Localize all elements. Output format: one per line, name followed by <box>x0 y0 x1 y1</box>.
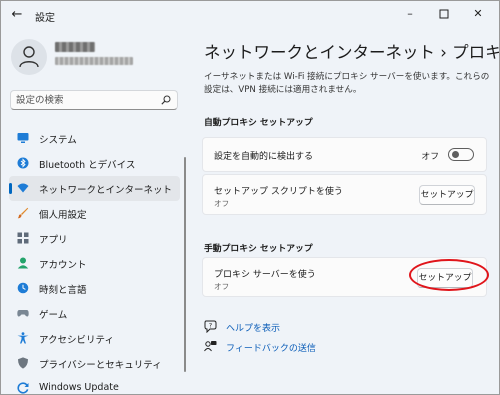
setup-script-state: オフ <box>214 199 230 208</box>
person-icon <box>17 257 29 269</box>
app-title: 設定 <box>35 13 55 24</box>
brush-icon <box>17 207 29 219</box>
sidebar-item-label: ネットワークとインターネット <box>39 185 173 196</box>
apps-icon <box>17 232 29 244</box>
auto-detect-toggle-state: オフ <box>421 152 439 162</box>
card-setup-script: セットアップ スクリプトを使う オフ セットアップ <box>202 174 487 215</box>
toggle-knob <box>452 151 459 158</box>
sidebar-item-label: 時刻と言語 <box>39 285 87 296</box>
nav-list: システム Bluetooth とデバイス ネットワークとインターネット 個人用設… <box>1 126 189 394</box>
sidebar-item-label: システム <box>39 135 77 146</box>
monitor-icon <box>17 133 29 143</box>
sidebar-item-label: 個人用設定 <box>39 210 87 221</box>
sidebar-item-apps[interactable]: アプリ <box>9 226 180 251</box>
sidebar-item-accessibility[interactable]: アクセシビリティ <box>9 326 180 351</box>
page-title: ネットワークとインターネット › プロキシ <box>204 43 500 62</box>
sidebar-item-label: ゲーム <box>39 310 68 321</box>
title-bar: ← 設定 – ✕ <box>1 1 499 31</box>
section-title-manual: 手動プロキシ セットアップ <box>204 244 313 254</box>
sidebar-item-bluetooth[interactable]: Bluetooth とデバイス <box>9 151 180 176</box>
user-name-redacted <box>55 42 95 52</box>
highlight-oval <box>409 259 489 291</box>
sidebar-item-label: アカウント <box>39 260 87 271</box>
gamepad-icon <box>17 310 29 317</box>
settings-window: ← 設定 – ✕ システ <box>0 0 500 395</box>
sidebar-item-network[interactable]: ネットワークとインターネット <box>9 176 180 201</box>
sidebar-item-label: アクセシビリティ <box>39 335 114 346</box>
bluetooth-icon <box>17 157 29 169</box>
sidebar-item-personalization[interactable]: 個人用設定 <box>9 201 180 226</box>
sidebar-item-windows-update[interactable]: Windows Update <box>9 376 180 394</box>
sidebar-item-label: Windows Update <box>39 382 119 393</box>
sidebar-item-time-language[interactable]: 時刻と言語 <box>9 276 180 301</box>
feedback-link-label[interactable]: フィードバックの送信 <box>226 341 316 354</box>
auto-detect-toggle[interactable] <box>448 148 474 161</box>
help-link-label[interactable]: ヘルプを表示 <box>226 321 280 334</box>
proxy-server-state: オフ <box>214 282 230 291</box>
help-icon: ? <box>204 320 217 333</box>
sidebar: システム Bluetooth とデバイス ネットワークとインターネット <box>1 31 189 394</box>
close-icon[interactable]: ✕ <box>465 5 491 23</box>
maximize-icon[interactable] <box>431 5 457 23</box>
avatar[interactable] <box>11 39 47 75</box>
shield-icon <box>18 357 28 369</box>
sidebar-item-accounts[interactable]: アカウント <box>9 251 180 276</box>
setup-script-label: セットアップ スクリプトを使う <box>214 187 343 197</box>
sidebar-item-label: アプリ <box>39 235 68 246</box>
accessibility-icon <box>17 332 29 344</box>
proxy-server-label: プロキシ サーバーを使う <box>214 270 316 280</box>
selection-indicator <box>9 183 12 194</box>
clock-globe-icon <box>17 282 29 294</box>
user-email-redacted <box>55 57 133 65</box>
minimize-icon[interactable]: – <box>397 5 423 23</box>
sidebar-item-system[interactable]: システム <box>9 126 180 151</box>
person-icon <box>19 46 39 68</box>
section-title-auto: 自動プロキシ セットアップ <box>204 118 313 128</box>
search-icon[interactable] <box>161 95 171 105</box>
main-content: ネットワークとインターネット › プロキシ イーサネットまたは Wi-Fi 接続… <box>189 31 499 394</box>
sidebar-item-label: プライバシーとセキュリティ <box>39 360 162 371</box>
update-icon <box>17 382 29 394</box>
setup-script-button[interactable]: セットアップ <box>419 185 475 205</box>
card-auto-detect: 設定を自動的に検出する オフ <box>202 137 487 172</box>
search-input[interactable] <box>16 93 156 107</box>
auto-detect-label: 設定を自動的に検出する <box>214 152 314 162</box>
sidebar-item-gaming[interactable]: ゲーム <box>9 301 180 326</box>
sidebar-scrollbar[interactable] <box>184 157 186 372</box>
sidebar-item-label: Bluetooth とデバイス <box>39 160 136 171</box>
sidebar-item-privacy-security[interactable]: プライバシーとセキュリティ <box>9 351 180 376</box>
arrow-left-icon[interactable]: ← <box>9 7 25 23</box>
svg-text:?: ? <box>209 322 212 330</box>
wifi-icon <box>17 183 29 193</box>
search-box[interactable] <box>10 90 178 110</box>
feedback-icon <box>204 341 217 352</box>
page-description: イーサネットまたは Wi-Fi 接続にプロキシ サーバーを使います。これらの設定… <box>204 72 490 95</box>
